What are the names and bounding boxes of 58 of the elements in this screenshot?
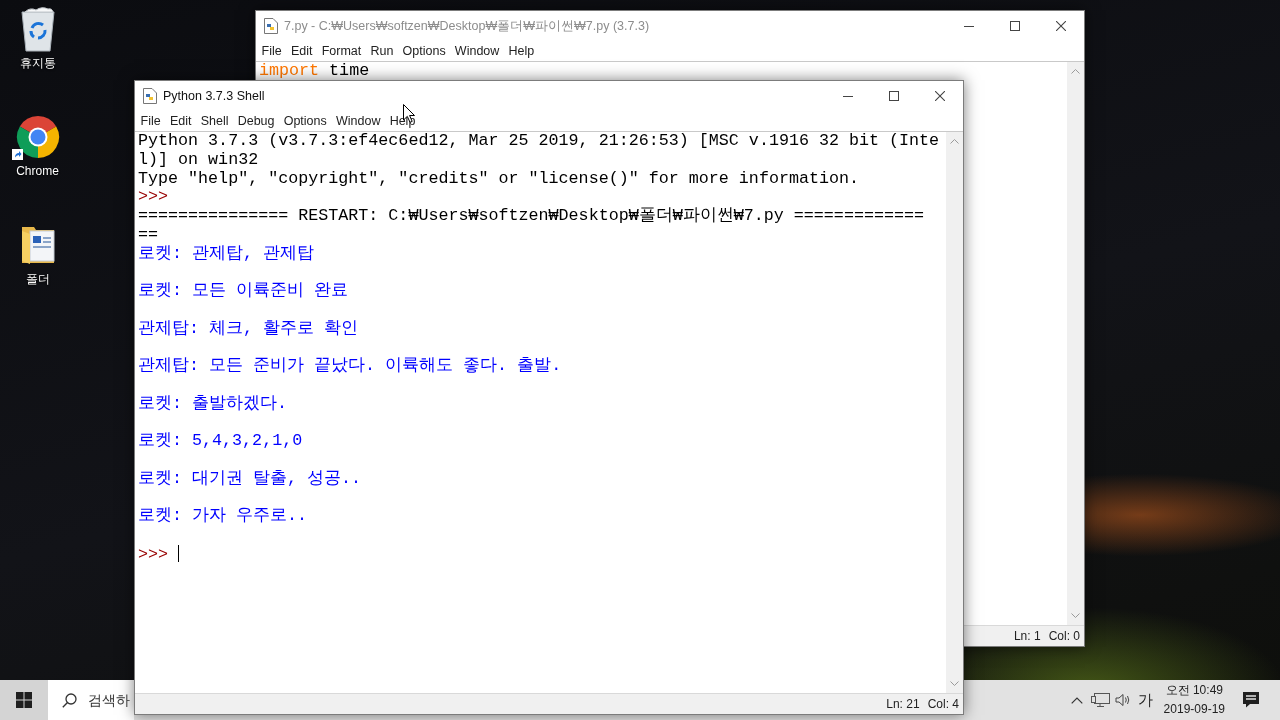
status-text: Ln: 21 [886,697,920,711]
minimize-icon [843,95,853,97]
clock-date[interactable]: 2019-09-19 [1163,700,1225,719]
input-method-indicator[interactable]: 가 [1137,690,1153,710]
file-icon [143,88,157,104]
shell-prompt: >>> [138,187,169,207]
browser-logo-icon[interactable] [15,115,60,159]
program-output: 로켓: 가자 우주로.. [138,506,308,525]
status-text: Ln: 1 [1013,629,1041,643]
menu-item[interactable]: Edit [165,114,197,128]
chevron-up-icon[interactable] [1070,696,1083,704]
menu-item[interactable]: File [136,114,166,128]
shell-message: Type "help", "copyright", "credits" or "license()" for more information. [138,168,860,188]
program-output: 로켓: 대기권 탈출, 성공.. [138,468,362,488]
code-line: import time [259,62,370,80]
network-icon[interactable] [1090,692,1111,708]
shell-message: l)] on win32 [138,149,259,169]
maximize-icon [1010,21,1020,31]
program-output: 로켓: 모든 이륙준비 완료 [138,281,349,300]
shell-prompt: >>> [138,544,169,564]
menu-item[interactable]: Window [331,114,386,128]
program-output: 로켓: 관제탑, 관제탑 [138,243,315,263]
menu-item[interactable]: Format [317,44,366,58]
shell-message: =============== RESTART: C:₩Users₩softzen₩Desktop₩폴더₩파이썬₩7.py ============= [138,206,924,225]
program-output: 로켓: 출발하겠다. [138,393,288,413]
desktop-icon-label[interactable]: 휴지통 [19,56,56,70]
menu-item[interactable]: Shell [196,114,234,128]
start-icon [16,692,32,708]
window-title: 7.py - C:₩Users₩softzen₩Desktop₩폴더₩파이썬₩7.py (3.7.3) [284,17,651,35]
start-button[interactable] [0,680,48,720]
shell-message: == [138,224,159,244]
shell-message: Python 3.7.3 (v3.7.3:ef4ec6ed12, Mar 25 2019, 21:26:53) [MSC v.1916 32 bit (Inte [138,132,940,150]
status-text: Col: 4 [927,697,959,711]
maximize-icon [889,91,899,101]
program-output: 로켓: 5,4,3,2,1,0 [138,431,303,450]
speaker-icon[interactable] [1114,693,1131,707]
search-field[interactable]: 검색하 [48,680,134,720]
close-icon [935,91,945,101]
program-output: 관제탑: 체크, 활주로 확인 [138,318,359,338]
menu-item[interactable]: Debug [233,114,280,128]
menu-item[interactable]: File [257,44,287,58]
close-icon [1056,21,1066,31]
program-output: 관제탑: 모든 준비가 끝났다. 이륙해도 좋다. 출발. [138,356,562,375]
file-icon [264,18,278,34]
status-text: Col: 0 [1048,629,1080,643]
menu-item[interactable]: Help [503,44,539,58]
search-icon [62,693,77,708]
minimize-icon [964,25,974,27]
window-title: Python 3.7.3 Shell [163,89,266,103]
clock-time[interactable]: 오전 10:49 [1165,681,1223,700]
notification-icon[interactable] [1242,691,1261,709]
desktop-icon-label[interactable]: 폴더 [25,272,50,286]
menu-item[interactable]: Run [365,44,398,58]
menu-item[interactable]: Options [398,44,451,58]
menu-item[interactable]: Options [279,114,332,128]
menu-item[interactable]: Edit [286,44,318,58]
menu-item[interactable]: Window [450,44,504,58]
desktop-icon-label[interactable]: Chrome [16,164,59,178]
